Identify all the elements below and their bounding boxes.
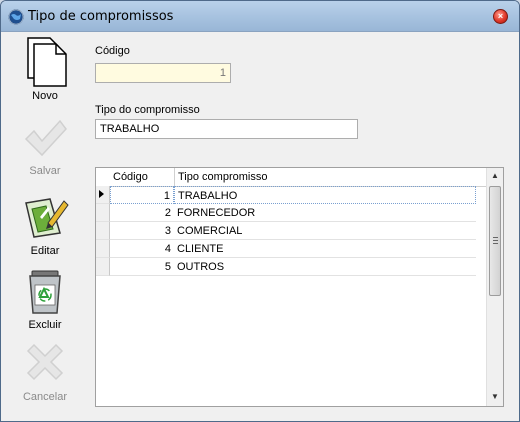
- salvar-button[interactable]: Salvar: [5, 113, 85, 183]
- excluir-label: Excluir: [28, 319, 62, 331]
- new-document-icon: [27, 37, 67, 87]
- row-indicator[interactable]: [96, 204, 110, 222]
- cell-tipo[interactable]: OUTROS: [174, 258, 476, 276]
- scroll-up-arrow-icon[interactable]: ▲: [487, 168, 503, 184]
- cancel-x-icon: [26, 343, 64, 381]
- editar-label: Editar: [30, 245, 60, 257]
- salvar-label: Salvar: [29, 165, 61, 177]
- novo-button[interactable]: Novo: [5, 36, 85, 106]
- cell-codigo[interactable]: 5: [110, 258, 174, 276]
- cancelar-button[interactable]: Cancelar: [5, 339, 85, 409]
- table-row[interactable]: 3 COMERCIAL: [96, 222, 486, 240]
- grid-header: Código Tipo compromisso: [96, 168, 486, 187]
- app-globe-icon: [8, 9, 24, 25]
- cell-tipo[interactable]: CLIENTE: [174, 240, 476, 258]
- window: Tipo de compromissos × Novo Salvar Edita…: [0, 0, 520, 422]
- window-title: Tipo de compromissos: [28, 9, 174, 24]
- scroll-thumb[interactable]: [489, 186, 501, 296]
- row-indicator[interactable]: [96, 240, 110, 258]
- cancelar-label: Cancelar: [22, 391, 68, 403]
- cell-codigo[interactable]: 1: [110, 186, 174, 204]
- vertical-scrollbar[interactable]: ▲ ▼: [486, 168, 503, 406]
- row-indicator[interactable]: [96, 258, 110, 276]
- excluir-button[interactable]: Excluir: [5, 267, 85, 337]
- codigo-field[interactable]: 1: [95, 63, 231, 83]
- table-row[interactable]: 1 TRABALHO: [96, 186, 486, 204]
- editar-button[interactable]: Editar: [5, 193, 85, 263]
- cell-tipo[interactable]: COMERCIAL: [174, 222, 476, 240]
- table-row[interactable]: 2 FORNECEDOR: [96, 204, 486, 222]
- novo-label: Novo: [32, 90, 58, 102]
- cell-codigo[interactable]: 4: [110, 240, 174, 258]
- tipo-compromisso-label: Tipo do compromisso: [95, 104, 200, 116]
- side-toolbar: Novo Salvar Editar Excluir Cancelar: [5, 33, 85, 421]
- title-bar[interactable]: Tipo de compromissos ×: [1, 1, 519, 32]
- row-indicator-arrow-icon[interactable]: [96, 186, 110, 204]
- recycle-bin-icon: [29, 270, 61, 314]
- compromissos-grid: Código Tipo compromisso 1 TRABALHO 2 FORNEC…: [95, 167, 504, 407]
- table-row[interactable]: 4 CLIENTE: [96, 240, 486, 258]
- scroll-down-arrow-icon[interactable]: ▼: [487, 389, 503, 405]
- edit-pencil-icon: [25, 198, 69, 238]
- row-indicator[interactable]: [96, 222, 110, 240]
- cell-tipo[interactable]: TRABALHO: [174, 186, 476, 204]
- checkmark-icon: [24, 119, 67, 157]
- close-button[interactable]: ×: [493, 9, 508, 24]
- codigo-label: Código: [95, 45, 130, 57]
- column-header-codigo[interactable]: Código: [110, 168, 174, 186]
- cell-codigo[interactable]: 2: [110, 204, 174, 222]
- cell-tipo[interactable]: FORNECEDOR: [174, 204, 476, 222]
- column-header-tipo[interactable]: Tipo compromisso: [174, 168, 476, 186]
- tipo-compromisso-field[interactable]: TRABALHO: [95, 119, 358, 139]
- cell-codigo[interactable]: 3: [110, 222, 174, 240]
- table-row[interactable]: 5 OUTROS: [96, 258, 486, 276]
